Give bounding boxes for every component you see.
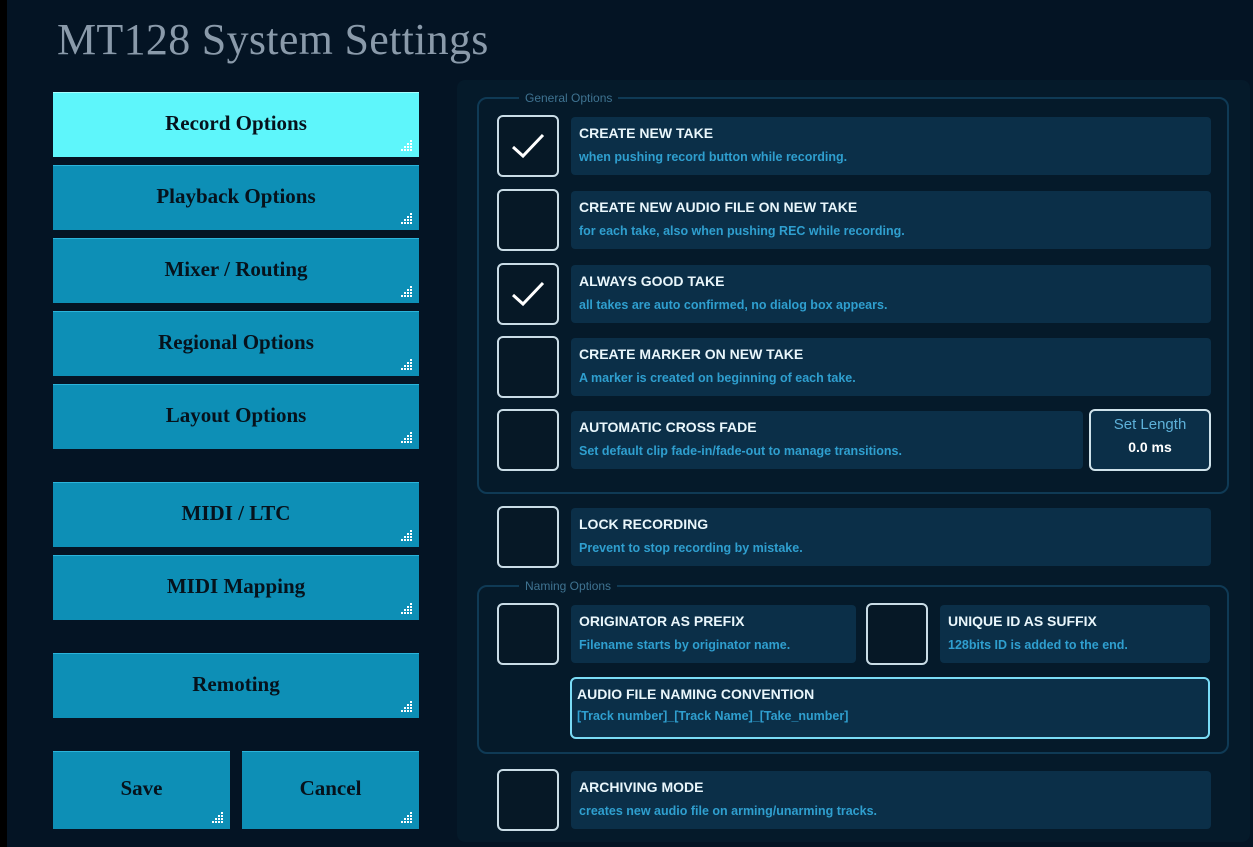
nav-layout-options-button[interactable]: Layout Options [53,384,419,449]
nav-midi-mapping-button[interactable]: MIDI Mapping [53,555,419,620]
save-label: Save [120,776,163,800]
naming-convention-value: [Track number]_[Track Name]_[Take_number… [577,709,849,723]
nav-mixer-routing-button[interactable]: Mixer / Routing [53,238,419,303]
nav-label: Mixer / Routing [164,256,308,281]
cross-fade-checkbox[interactable] [497,409,559,471]
cross-fade-tile[interactable]: AUTOMATIC CROSS FADE Set default clip fa… [571,411,1083,469]
marker-new-take-tile[interactable]: CREATE MARKER ON NEW TAKE A marker is cr… [571,338,1211,396]
resize-grip-icon [401,359,413,371]
group-legend: Naming Options [519,578,618,594]
nav-label: Layout Options [165,402,307,427]
archiving-mode-tile[interactable]: ARCHIVING MODE creates new audio file on… [571,771,1211,829]
nav-playback-options-button[interactable]: Playback Options [53,165,419,230]
nav-label: Regional Options [158,329,314,354]
unique-id-suffix-tile[interactable]: UNIQUE ID AS SUFFIX 128bits ID is added … [940,605,1210,663]
option-title: CREATE NEW AUDIO FILE ON NEW TAKE [579,199,858,215]
resize-grip-icon [401,701,413,713]
archiving-mode-checkbox[interactable] [497,769,559,831]
lock-recording-checkbox[interactable] [497,506,559,568]
window-title: MT128 System Settings [57,15,489,64]
option-description: all takes are auto confirmed, no dialog … [579,298,888,312]
option-description: when pushing record button while recordi… [579,150,848,164]
nav-remoting-button[interactable]: Remoting [53,653,419,718]
option-description: Filename starts by originator name. [579,638,791,652]
group-legend: General Options [519,90,619,106]
option-title: UNIQUE ID AS SUFFIX [948,613,1097,629]
resize-grip-icon [401,286,413,298]
always-good-take-checkbox[interactable] [497,263,559,325]
resize-grip-icon [401,432,413,444]
check-icon [511,281,545,307]
create-new-take-checkbox[interactable] [497,115,559,177]
resize-grip-icon [401,140,413,152]
nav-label: MIDI / LTC [181,500,291,525]
set-length-value: 0.0 ms [1128,439,1172,455]
nav-label: MIDI Mapping [166,573,306,598]
nav-label: Record Options [165,110,307,135]
naming-convention-title: AUDIO FILE NAMING CONVENTION [577,686,815,702]
settings-window: MT128 System Settings Record Options Pla… [0,0,1253,847]
resize-grip-icon [401,530,413,542]
create-new-take-tile[interactable]: CREATE NEW TAKE when pushing record butt… [571,117,1211,175]
marker-new-take-checkbox[interactable] [497,336,559,398]
nav-label: Remoting [192,671,280,696]
resize-grip-icon [401,213,413,225]
option-title: ALWAYS GOOD TAKE [579,273,725,289]
option-title: LOCK RECORDING [579,516,709,532]
cancel-button[interactable]: Cancel [242,751,419,829]
resize-grip-icon [212,812,224,824]
new-audio-file-tile[interactable]: CREATE NEW AUDIO FILE ON NEW TAKE for ea… [571,191,1211,249]
originator-prefix-tile[interactable]: ORIGINATOR AS PREFIX Filename starts by … [571,605,856,663]
always-good-take-tile[interactable]: ALWAYS GOOD TAKE all takes are auto conf… [571,265,1211,323]
naming-convention-field[interactable]: AUDIO FILE NAMING CONVENTION [Track numb… [570,677,1210,739]
check-icon [511,133,545,159]
save-button[interactable]: Save [53,751,230,829]
option-description: A marker is created on beginning of each… [579,371,856,385]
new-audio-file-checkbox[interactable] [497,189,559,251]
option-title: AUTOMATIC CROSS FADE [579,419,757,435]
option-description: for each take, also when pushing REC whi… [579,224,905,238]
originator-prefix-checkbox[interactable] [497,603,559,665]
option-title: CREATE NEW TAKE [579,125,714,141]
lock-recording-tile[interactable]: LOCK RECORDING Prevent to stop recording… [571,508,1211,566]
option-title: ORIGINATOR AS PREFIX [579,613,745,629]
option-description: creates new audio file on arming/unarmin… [579,804,877,818]
cancel-label: Cancel [299,776,362,800]
nav-regional-options-button[interactable]: Regional Options [53,311,419,376]
set-length-label: Set Length [1113,416,1187,433]
option-description: Set default clip fade-in/fade-out to man… [579,444,902,458]
set-length-button[interactable]: Set Length 0.0 ms [1089,409,1211,471]
nav-midi-ltc-button[interactable]: MIDI / LTC [53,482,419,547]
resize-grip-icon [401,603,413,615]
nav-label: Playback Options [156,183,316,208]
option-title: CREATE MARKER ON NEW TAKE [579,346,804,362]
option-description: Prevent to stop recording by mistake. [579,541,803,555]
option-description: 128bits ID is added to the end. [948,638,1128,652]
nav-record-options-button[interactable]: Record Options [53,92,419,157]
option-title: ARCHIVING MODE [579,779,704,795]
resize-grip-icon [401,812,413,824]
unique-id-suffix-checkbox[interactable] [866,603,928,665]
